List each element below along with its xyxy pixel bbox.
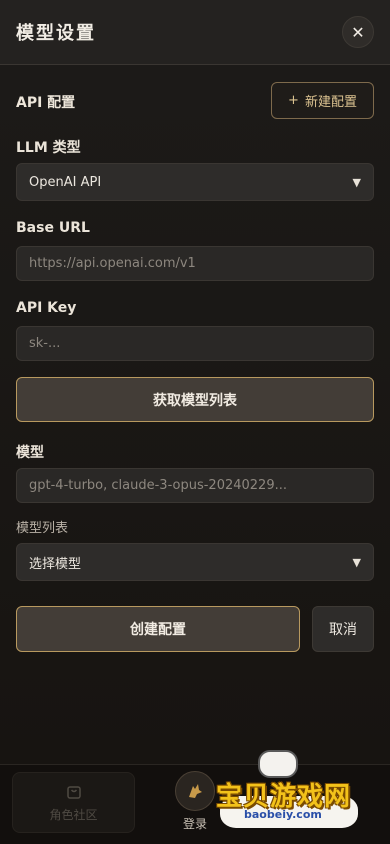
llm-type-value: OpenAI API: [29, 174, 102, 190]
watermark-logo: 宝贝游戏网 baobeiy.com: [210, 748, 380, 838]
model-list-label: 模型列表: [16, 521, 69, 536]
nav-item-community[interactable]: 角色社区: [12, 772, 135, 833]
cancel-button[interactable]: 取消: [312, 606, 374, 652]
base-url-placeholder: https://api.openai.com/v1: [29, 256, 196, 271]
model-placeholder: gpt-4-turbo, claude-3-opus-20240229...: [29, 478, 287, 493]
avatar-icon: [175, 771, 215, 811]
model-label: 模型: [16, 445, 44, 461]
chevron-down-icon: ▼: [352, 175, 361, 189]
new-config-label: 新建配置: [304, 95, 357, 110]
close-icon: ✕: [351, 22, 365, 42]
llm-type-select[interactable]: OpenAI API ▼: [16, 163, 374, 201]
llm-type-label: LLM 类型: [16, 140, 81, 156]
nav-community-label: 角色社区: [49, 808, 98, 822]
close-button[interactable]: ✕: [342, 16, 374, 48]
model-list-select[interactable]: 选择模型 ▼: [16, 543, 374, 581]
fetch-models-button[interactable]: 获取模型列表: [16, 377, 374, 422]
base-url-label: Base URL: [16, 220, 90, 236]
api-key-label: API Key: [16, 300, 77, 316]
model-list-value: 选择模型: [29, 556, 82, 572]
page-title: 模型设置: [16, 23, 96, 44]
plus-icon: +: [288, 93, 299, 108]
api-key-input[interactable]: sk-...: [16, 326, 374, 361]
create-config-button[interactable]: 创建配置: [16, 606, 300, 652]
model-input[interactable]: gpt-4-turbo, claude-3-opus-20240229...: [16, 468, 374, 503]
base-url-input[interactable]: https://api.openai.com/v1: [16, 246, 374, 281]
settings-form: API 配置 + 新建配置 LLM 类型 OpenAI API ▼ Base U…: [0, 65, 390, 765]
gamepad-icon: [258, 750, 298, 778]
modal-header: 模型设置 ✕: [0, 0, 390, 65]
watermark-domain: baobeiy.com: [244, 808, 322, 821]
new-config-button[interactable]: + 新建配置: [271, 82, 374, 119]
nav-login-label: 登录: [182, 817, 207, 831]
chevron-down-icon: ▼: [352, 555, 361, 569]
api-key-placeholder: sk-...: [29, 336, 61, 351]
bag-icon: [66, 786, 81, 799]
